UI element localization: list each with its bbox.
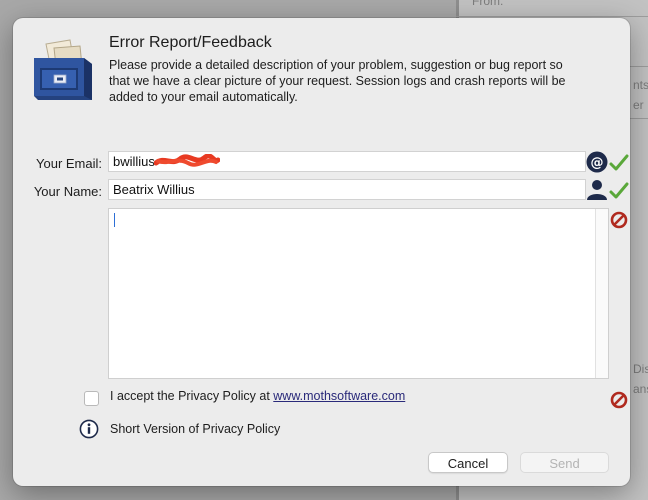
cancel-button[interactable]: Cancel bbox=[428, 452, 508, 473]
background-text: er bbox=[633, 98, 644, 112]
error-icon bbox=[610, 391, 628, 409]
info-icon[interactable] bbox=[79, 419, 99, 439]
file-cabinet-icon bbox=[34, 39, 92, 100]
error-icon bbox=[610, 211, 628, 229]
checkmark-icon bbox=[609, 182, 629, 199]
at-icon: @ bbox=[586, 151, 608, 173]
background-text: Dis bbox=[633, 362, 648, 376]
background-text: nts bbox=[633, 78, 648, 92]
textarea-scrollbar[interactable] bbox=[595, 209, 608, 378]
privacy-accept-label: I accept the Privacy Policy at bbox=[110, 389, 270, 403]
background-divider bbox=[456, 16, 648, 17]
privacy-accept-text: I accept the Privacy Policy at www.moths… bbox=[110, 389, 405, 403]
short-policy-row[interactable]: Short Version of Privacy Policy bbox=[79, 419, 280, 442]
error-report-dialog: Error Report/Feedback Please provide a d… bbox=[13, 18, 630, 486]
email-label: Your Email: bbox=[36, 156, 102, 171]
text-caret bbox=[114, 213, 115, 227]
person-icon bbox=[587, 180, 607, 200]
name-field[interactable] bbox=[108, 179, 586, 200]
privacy-policy-link[interactable]: www.mothsoftware.com bbox=[273, 389, 405, 403]
svg-text:@: @ bbox=[591, 156, 604, 171]
checkmark-icon bbox=[609, 154, 629, 171]
dialog-description: Please provide a detailed description of… bbox=[109, 58, 566, 104]
redaction-scribble bbox=[154, 154, 220, 167]
dialog-title: Error Report/Feedback bbox=[109, 34, 272, 51]
short-policy-text: Short Version of Privacy Policy bbox=[110, 422, 281, 436]
send-button[interactable]: Send bbox=[520, 452, 609, 473]
background-text: ans bbox=[633, 382, 648, 396]
name-label: Your Name: bbox=[33, 184, 102, 199]
background-text-from: From: bbox=[472, 0, 504, 8]
privacy-checkbox[interactable] bbox=[84, 391, 99, 406]
message-textarea[interactable] bbox=[108, 208, 609, 379]
